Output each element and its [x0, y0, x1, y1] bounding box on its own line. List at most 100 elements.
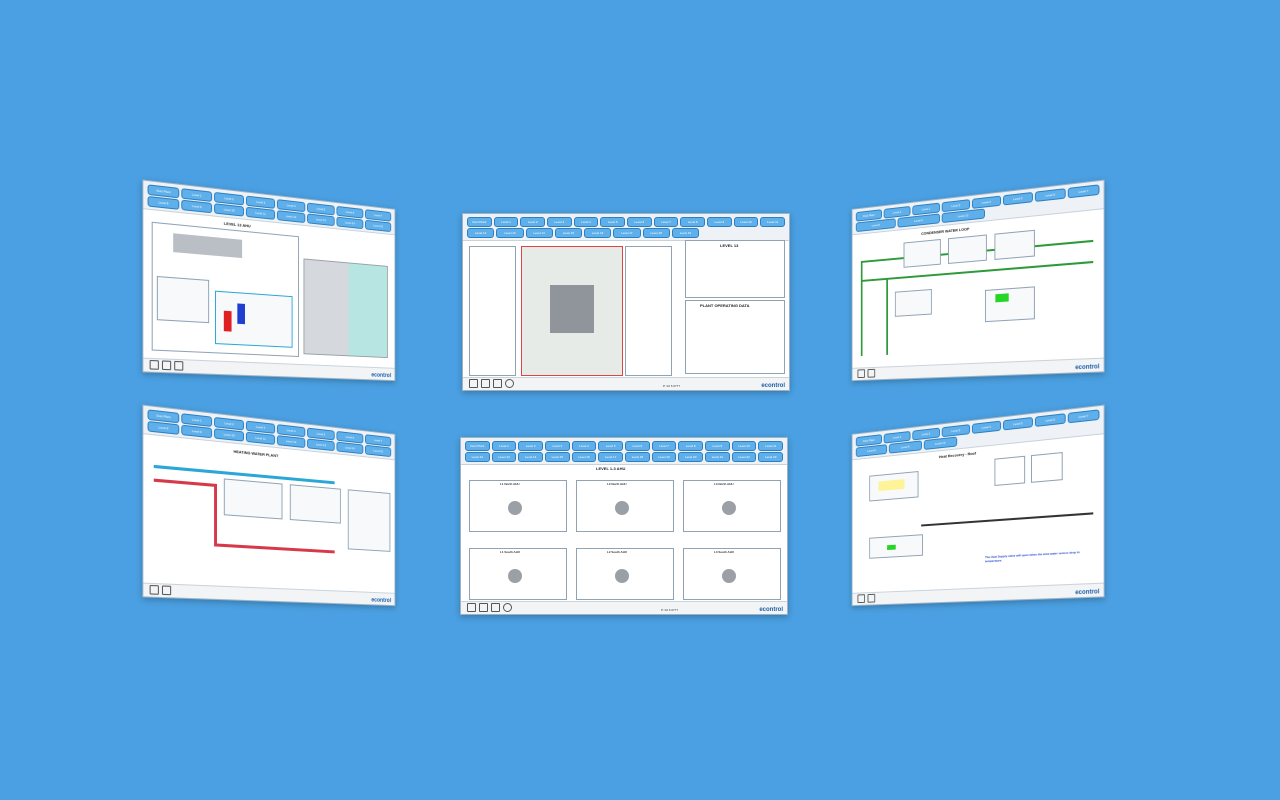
nav-button[interactable]: Level 18	[625, 452, 650, 462]
nav-button[interactable]: Level 4	[573, 217, 599, 227]
nav-button[interactable]: Level 3	[547, 217, 572, 227]
nav-button[interactable]: Level 7	[1067, 184, 1100, 199]
nav-button[interactable]: Level 12	[276, 210, 306, 224]
nav-button[interactable]: Level 12	[467, 228, 495, 238]
home-icon[interactable]	[857, 369, 866, 379]
nav-button[interactable]: Level 10	[731, 441, 757, 451]
nav-button[interactable]: Level 8	[680, 217, 706, 227]
nav-button[interactable]: Level 18	[642, 228, 670, 238]
nav-button[interactable]: Level 13	[496, 228, 524, 238]
nav-button[interactable]: Level 8	[147, 420, 180, 435]
nav-button[interactable]: Level 19	[671, 228, 699, 238]
floor-plan[interactable]	[303, 258, 388, 359]
chart-icon[interactable]	[493, 379, 502, 388]
nav-button[interactable]: Level 2	[520, 217, 546, 227]
nav-button[interactable]: Level 21	[705, 452, 730, 462]
nav-button[interactable]: Level 13	[307, 438, 335, 452]
nav-button[interactable]: Level 5	[1002, 416, 1033, 431]
nav-button[interactable]: Level 1	[491, 441, 517, 451]
chart-icon[interactable]	[491, 603, 500, 612]
nav-button[interactable]: Level 15	[365, 219, 392, 233]
home-icon[interactable]	[149, 359, 159, 370]
nav-button[interactable]: Level 10	[214, 203, 245, 217]
screen-condenser-loop[interactable]: Duct Plant Level 1 Level 2 Level 3 Level…	[851, 179, 1105, 382]
pump-panel[interactable]	[289, 484, 341, 524]
nav-button[interactable]: Level 6	[625, 441, 650, 451]
clock-icon[interactable]	[503, 603, 512, 612]
unit-box[interactable]	[948, 234, 987, 264]
bell-icon[interactable]	[867, 593, 876, 603]
home-icon[interactable]	[857, 594, 866, 604]
nav-button[interactable]: Level 2	[518, 441, 544, 451]
tank-box[interactable]	[994, 455, 1026, 486]
chart-icon[interactable]	[174, 360, 184, 371]
nav-button[interactable]: Level 4	[971, 195, 1002, 209]
nav-button[interactable]: Level 14	[336, 441, 364, 455]
nav-button[interactable]: Level 15	[365, 444, 392, 458]
unit-box[interactable]	[994, 229, 1035, 260]
home-icon[interactable]	[149, 584, 159, 595]
ahu-card[interactable]: L3 North AHU	[683, 480, 781, 532]
bell-icon[interactable]	[867, 368, 876, 378]
nav-button[interactable]: Level 9	[705, 441, 730, 451]
home-icon[interactable]	[467, 603, 476, 612]
nav-button[interactable]: Level 9	[181, 424, 213, 439]
ahu-card[interactable]: L1 South AHU	[469, 548, 567, 600]
nav-button[interactable]: Level 13	[491, 452, 517, 462]
floor-plan[interactable]	[521, 246, 623, 376]
nav-button[interactable]: Level 20	[678, 452, 704, 462]
nav-button[interactable]: Level 13	[307, 213, 335, 227]
nav-button[interactable]: Duct Plant	[465, 441, 490, 451]
screen-level13[interactable]: Duct Plant Level 1 Level 2 Level 3 Level…	[462, 213, 790, 391]
nav-button[interactable]: Level 3	[545, 441, 570, 451]
nav-button[interactable]: Level 7	[1067, 409, 1100, 424]
nav-button[interactable]: Level 8	[147, 195, 180, 210]
nav-button[interactable]: Duct Plant	[467, 217, 492, 227]
nav-button[interactable]: Level 6	[627, 217, 652, 227]
nav-button[interactable]: Level 11	[245, 206, 276, 220]
screen-ahu-grid[interactable]: Duct Plant Level 1 Level 2 Level 3 Level…	[460, 437, 788, 615]
nav-button[interactable]: Level 5	[600, 217, 626, 227]
screen-ahu-level13[interactable]: Duct Plant Level 1 Level 2 Level 3 Level…	[142, 179, 396, 382]
nav-button[interactable]: Level 5	[598, 441, 624, 451]
nav-button[interactable]: Level 4	[971, 420, 1002, 434]
nav-button[interactable]: Level 3	[941, 424, 971, 438]
nav-button[interactable]: Level 14	[525, 228, 553, 238]
system-box[interactable]	[869, 471, 919, 502]
nav-button[interactable]: Level 14	[336, 216, 364, 230]
unit-box[interactable]	[984, 286, 1035, 323]
ahu-card[interactable]: L3 South AHU	[683, 548, 781, 600]
nav-button[interactable]: Level 11	[760, 217, 786, 227]
unit-box[interactable]	[894, 288, 932, 317]
unit-box[interactable]	[903, 238, 941, 268]
nav-button[interactable]: Level 22	[731, 452, 757, 462]
nav-button[interactable]: Level 9	[707, 217, 732, 227]
ahu-card[interactable]: L2 North AHU	[576, 480, 674, 532]
boiler-panel[interactable]	[223, 478, 283, 520]
nav-button[interactable]: Level 17	[613, 228, 641, 238]
nav-button[interactable]: Level 11	[245, 431, 276, 445]
nav-button[interactable]: Level 16	[571, 452, 597, 462]
nav-button[interactable]: Level 9	[889, 440, 922, 454]
nav-button[interactable]: Level 5	[1002, 191, 1033, 206]
nav-button[interactable]: Level 19	[651, 452, 677, 462]
nav-button[interactable]: Level 8	[855, 444, 888, 458]
tank-box[interactable]	[1030, 452, 1063, 483]
nav-button[interactable]: Level 6	[1034, 413, 1066, 427]
nav-button[interactable]: Level 15	[554, 228, 582, 238]
bell-icon[interactable]	[481, 379, 490, 388]
nav-button[interactable]: Level 10	[733, 217, 759, 227]
nav-button[interactable]: Level 23	[758, 452, 784, 462]
nav-button[interactable]: Level 17	[598, 452, 624, 462]
home-icon[interactable]	[469, 379, 478, 388]
nav-button[interactable]: Level 7	[653, 217, 679, 227]
screen-heat-recovery[interactable]: Duct Plant Level 1 Level 2 Level 3 Level…	[851, 404, 1105, 607]
nav-button[interactable]: Level 9	[181, 199, 213, 214]
bell-icon[interactable]	[479, 603, 488, 612]
nav-button[interactable]: Level 8	[678, 441, 704, 451]
nav-button[interactable]: Level 15	[545, 452, 570, 462]
nav-button[interactable]: Level 14	[518, 452, 544, 462]
ahu-card[interactable]: L1 North AHU	[469, 480, 567, 532]
ahu-card[interactable]: L2 South AHU	[576, 548, 674, 600]
nav-button[interactable]: Level 12	[465, 452, 490, 462]
